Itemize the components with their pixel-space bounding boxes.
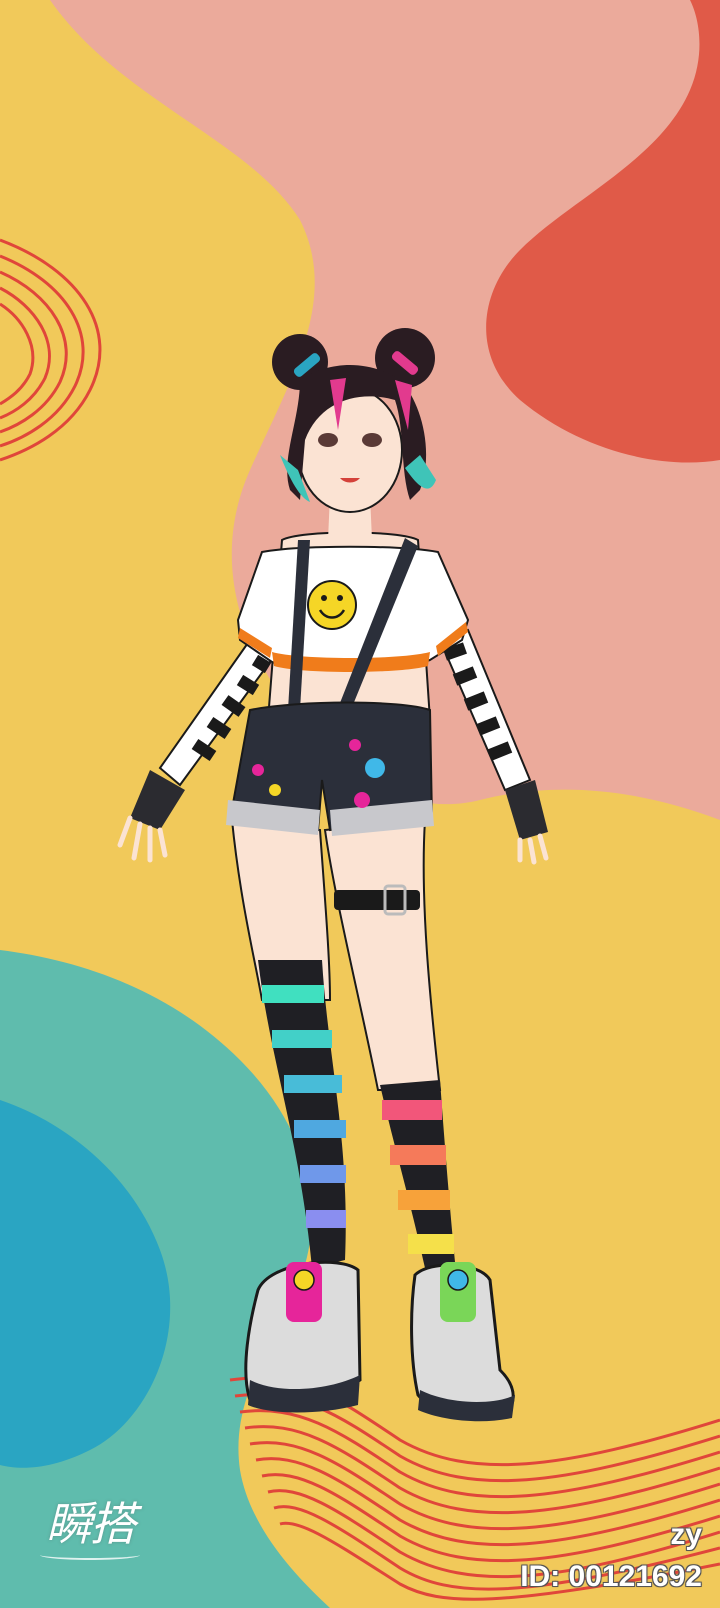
outfit-canvas — [0, 0, 720, 1608]
user-id: ID: 00121692 — [520, 1560, 702, 1593]
user-name: zy — [670, 1518, 702, 1551]
app-logo: 瞬搭 — [46, 1497, 136, 1551]
denim-shorts — [226, 701, 434, 836]
shoe-left — [244, 1260, 362, 1413]
logo-flourish — [40, 1550, 140, 1560]
smiley-icon — [307, 580, 357, 630]
thigh-strap — [334, 890, 420, 910]
crop-top — [236, 545, 470, 672]
